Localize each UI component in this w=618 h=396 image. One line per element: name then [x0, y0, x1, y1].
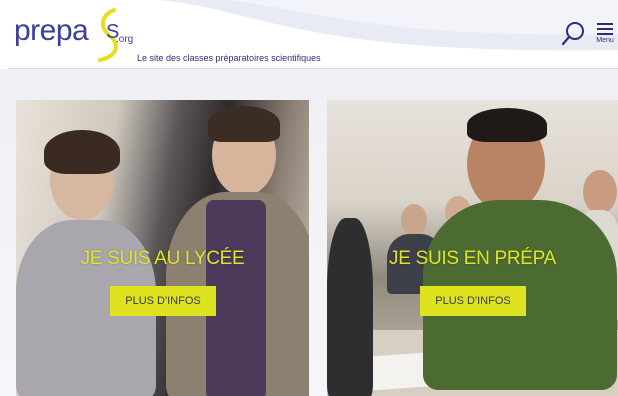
card-lycee-info-button[interactable]: PLUS D'INFOS — [110, 286, 216, 316]
card-prepa-title: JE SUIS EN PRÉPA — [389, 248, 556, 269]
logo-text: prepa — [14, 14, 89, 47]
logo-org: .org — [116, 34, 134, 45]
card-prepa[interactable]: JE SUIS EN PRÉPA PLUS D'INFOS — [327, 100, 618, 396]
menu-button[interactable]: Menu — [594, 20, 616, 52]
hamburger-menu-icon — [594, 23, 616, 35]
site-header: prepa S .org Le site des classes prépara… — [0, 0, 618, 68]
card-prepa-info-button[interactable]: PLUS D'INFOS — [420, 286, 526, 316]
site-tagline: Le site des classes préparatoires scient… — [137, 53, 321, 63]
card-lycee[interactable]: JE SUIS AU LYCÉE PLUS D'INFOS — [16, 100, 309, 396]
card-lycee-title: JE SUIS AU LYCÉE — [80, 248, 245, 269]
search-button[interactable] — [560, 20, 588, 48]
menu-label: Menu — [596, 37, 614, 44]
search-icon — [561, 22, 584, 46]
